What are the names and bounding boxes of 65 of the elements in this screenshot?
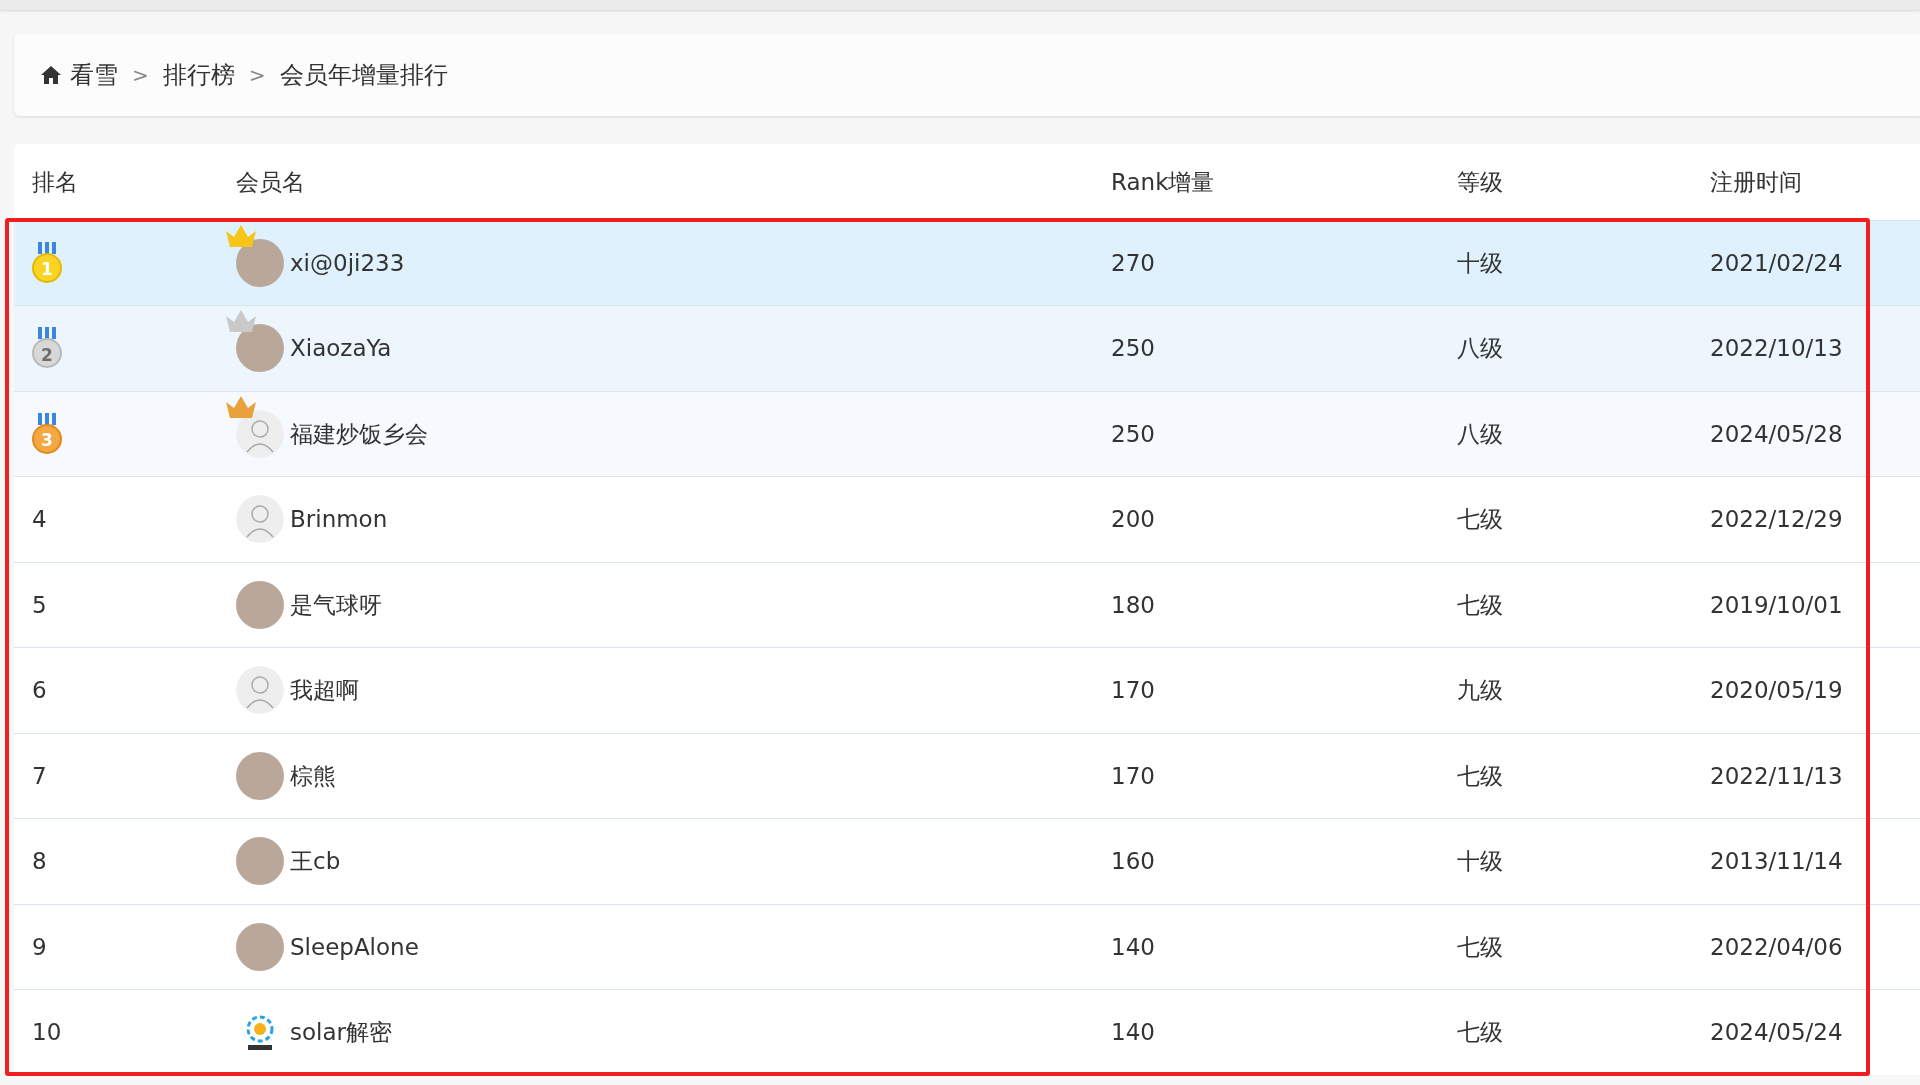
separator-text: > (248, 62, 266, 89)
medal-icon (32, 412, 62, 455)
registered-date-text: 2013/11/14 (1710, 848, 1843, 874)
column-header: 排名 (31, 167, 79, 197)
rank-increase-text: 200 (1111, 506, 1155, 532)
rank-increase-text: 250 (1111, 420, 1155, 447)
separator-text: > (132, 62, 149, 89)
level-text: 七级 (1457, 762, 1503, 789)
rank-increase-text: 140 (1111, 933, 1155, 960)
registered-date-text: 2021/02/24 (1710, 249, 1843, 276)
column-header: 会员名 (235, 167, 306, 197)
level-text: 七级 (1457, 1019, 1503, 1046)
member-name-link[interactable]: xi@0ji233 (290, 245, 405, 280)
rank-increase-text: 140 (1111, 1019, 1155, 1046)
level-text: 八级 (1457, 335, 1503, 361)
breadcrumb-link[interactable]: 排行榜 (162, 57, 235, 93)
member-name-link[interactable]: 王cb (290, 844, 341, 879)
rank-increase-text: 160 (1111, 848, 1155, 874)
level-text: 九级 (1457, 677, 1503, 703)
medal-icon (32, 327, 62, 370)
registered-date-text: 2022/12/29 (1710, 506, 1843, 532)
member-name-link[interactable]: Brinmon (290, 502, 388, 537)
medal-number: 3 (40, 429, 54, 453)
registered-date-text: 2024/05/28 (1710, 420, 1843, 447)
registered-date-text: 2024/05/24 (1710, 1019, 1843, 1046)
level-text: 七级 (1457, 591, 1503, 618)
column-header: Rank增量 (1110, 167, 1216, 197)
medal-number: 1 (40, 258, 54, 282)
rank-number: 4 (32, 506, 47, 532)
registered-date-text: 2019/10/01 (1710, 591, 1843, 618)
crown-icon (224, 308, 258, 335)
rank-increase-text: 270 (1111, 249, 1155, 276)
rank-number: 6 (32, 677, 47, 703)
level-text: 十级 (1457, 848, 1503, 874)
breadcrumb-link[interactable]: 会员年增量排行 (279, 57, 448, 93)
rank-number: 5 (32, 591, 47, 618)
medal-number: 2 (40, 343, 54, 367)
breadcrumb-link[interactable]: 看雪 (40, 57, 118, 93)
rank-number: 7 (32, 762, 47, 789)
medal-icon (32, 241, 62, 284)
level-text: 十级 (1457, 249, 1503, 276)
member-name-link[interactable]: XiaozaYa (290, 331, 392, 366)
home-icon (40, 65, 62, 85)
registered-date-text: 2020/05/19 (1710, 677, 1843, 703)
rank-increase-text: 170 (1111, 677, 1155, 703)
registered-date-text: 2022/04/06 (1710, 933, 1843, 960)
column-header: 注册时间 (1694, 144, 1920, 220)
member-name-link[interactable]: 棕熊 (290, 758, 336, 793)
rank-increase-text: 180 (1111, 591, 1155, 618)
rank-increase-text: 170 (1111, 762, 1155, 789)
rank-number: 10 (32, 1019, 62, 1046)
member-name-link[interactable]: 是气球呀 (290, 587, 382, 622)
level-text: 八级 (1457, 420, 1503, 447)
rank-number: 8 (32, 848, 47, 874)
level-text: 七级 (1457, 933, 1503, 960)
registered-date-text: 2022/10/13 (1710, 335, 1843, 361)
column-header: 等级 (1456, 167, 1504, 197)
rank-number: 9 (32, 933, 47, 960)
rank-increase-text: 250 (1111, 335, 1155, 361)
member-name-link[interactable]: 福建炒饭乡会 (290, 416, 428, 451)
level-text: 七级 (1457, 506, 1503, 532)
member-name-link[interactable]: solar解密 (290, 1015, 392, 1050)
member-name-link[interactable]: SleepAlone (290, 929, 419, 964)
member-name-link[interactable]: 我超啊 (290, 673, 359, 708)
registered-date-text: 2022/11/13 (1710, 762, 1843, 789)
